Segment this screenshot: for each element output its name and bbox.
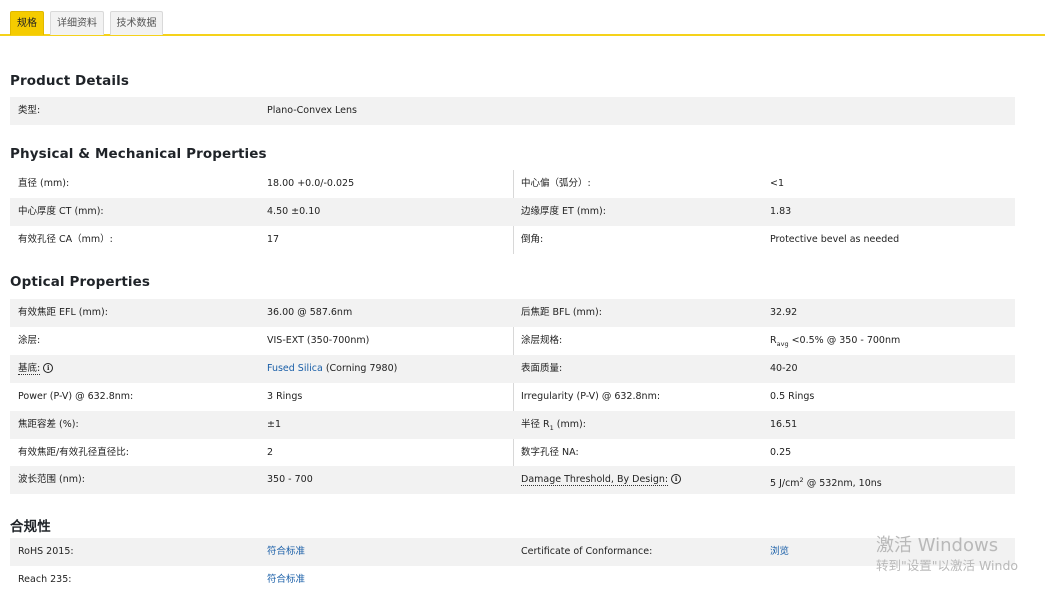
coc-label: Certificate of Conformance: [521, 546, 653, 557]
damage-threshold-value: 5 J/cm2 @ 532nm, 10ns [770, 476, 882, 490]
column-divider [513, 538, 514, 566]
efl-value: 36.00 @ 587.6nm [267, 307, 353, 318]
info-circle-icon[interactable]: i [671, 473, 682, 484]
section-title-product-details: Product Details [10, 73, 129, 89]
bevel-label: 倒角: [521, 234, 544, 245]
spec-row-f-number: 有效焦距/有效孔径直径比: 2 数字孔径 NA: 0.25 [10, 439, 1015, 467]
watermark-line1: 激活 Windows [876, 535, 999, 556]
section-title-physical: Physical & Mechanical Properties [10, 146, 267, 162]
windows-activation-watermark: 激活 Windows 转到"设置"以激活 Windo [876, 534, 1018, 575]
spec-row-coating: 涂层: VIS-EXT (350-700nm) 涂层规格: Ravg <0.5%… [10, 327, 1015, 355]
et-value: 1.83 [770, 206, 792, 217]
spec-row-ct: 中心厚度 CT (mm): 4.50 ±0.10 边缘厚度 ET (mm): 1… [10, 198, 1015, 226]
spec-row-ca: 有效孔径 CA（mm）: 17 倒角: Protective bevel as … [10, 226, 1015, 254]
column-divider [513, 226, 514, 254]
damage-threshold-label: Damage Threshold, By Design: [521, 474, 669, 486]
na-value: 0.25 [770, 447, 792, 458]
f-number-label: 有效焦距/有效孔径直径比: [18, 447, 129, 458]
irregularity-value: 0.5 Rings [770, 391, 815, 402]
coating-label: 涂层: [18, 335, 41, 346]
tab-specs[interactable]: 规格 [10, 11, 44, 35]
spec-row-efl: 有效焦距 EFL (mm): 36.00 @ 587.6nm 后焦距 BFL (… [10, 299, 1015, 327]
focal-tolerance-value: ±1 [267, 419, 282, 430]
surface-value: 40-20 [770, 363, 798, 374]
diameter-label: 直径 (mm): [18, 178, 70, 189]
ct-value: 4.50 ±0.10 [267, 206, 321, 217]
spec-row-wavelength: 波长范围 (nm): 350 - 700 Damage Threshold, B… [10, 466, 1015, 494]
reach-label: Reach 235: [18, 574, 72, 585]
fused-silica-link[interactable]: Fused Silica [267, 363, 323, 374]
coc-view-link[interactable]: 浏览 [770, 538, 789, 566]
substrate-label-wrap: 基底: i [18, 355, 54, 383]
spec-row-substrate: 基底: i Fused Silica (Corning 7980) 表面质量: 4… [10, 355, 1015, 383]
tab-tech-data[interactable]: 技术数据 [110, 11, 163, 35]
diameter-value: 18.00 +0.0/-0.025 [267, 178, 355, 189]
watermark-line2: 转到"设置"以激活 Windo [876, 558, 1019, 574]
column-divider [513, 466, 514, 494]
coating-spec-value: Ravg <0.5% @ 350 - 700nm [770, 335, 901, 348]
et-label: 边缘厚度 ET (mm): [521, 206, 606, 217]
rohs-compliant-link[interactable]: 符合标准 [267, 538, 305, 566]
column-divider [513, 327, 514, 355]
power-value: 3 Rings [267, 391, 303, 402]
section-title-compliance: 合规性 [10, 519, 51, 535]
ct-label: 中心厚度 CT (mm): [18, 206, 104, 217]
column-divider [513, 355, 514, 383]
bfl-label: 后焦距 BFL (mm): [521, 307, 602, 318]
rohs-label: RoHS 2015: [18, 546, 74, 557]
radius-label: 半径 R1 (mm): [521, 419, 586, 432]
efl-label: 有效焦距 EFL (mm): [18, 307, 108, 318]
tab-bar: 规格 详细资料 技术数据 [0, 0, 1045, 36]
tab-details[interactable]: 详细资料 [50, 11, 104, 35]
column-divider [513, 198, 514, 226]
ca-value: 17 [267, 234, 280, 245]
wavelength-label: 波长范围 (nm): [18, 474, 85, 485]
info-circle-icon[interactable]: i [43, 362, 54, 373]
coating-spec-label: 涂层规格: [521, 335, 563, 346]
ca-label: 有效孔径 CA（mm）: [18, 234, 113, 245]
centering-value: <1 [770, 178, 785, 189]
f-number-value: 2 [267, 447, 274, 458]
spec-row-diameter: 直径 (mm): 18.00 +0.0/-0.025 中心偏（弧分）: <1 [10, 170, 1015, 198]
surface-label: 表面质量: [521, 363, 563, 374]
focal-tolerance-label: 焦距容差 (%): [18, 419, 79, 430]
column-divider [513, 170, 514, 198]
irregularity-label: Irregularity (P-V) @ 632.8nm: [521, 391, 661, 402]
spec-row-rohs: RoHS 2015: 符合标准 Certificate of Conforman… [10, 538, 1015, 566]
bevel-value: Protective bevel as needed [770, 234, 900, 245]
substrate-value: Fused Silica (Corning 7980) [267, 363, 398, 374]
spec-row-focal-tolerance: 焦距容差 (%): ±1 半径 R1 (mm): 16.51 [10, 411, 1015, 439]
reach-compliant-link[interactable]: 符合标准 [267, 566, 305, 594]
type-label: 类型: [18, 105, 41, 116]
spec-row-power: Power (P-V) @ 632.8nm: 3 Rings Irregular… [10, 383, 1015, 411]
column-divider [513, 439, 514, 467]
column-divider [513, 411, 514, 439]
coating-value: VIS-EXT (350-700nm) [267, 335, 370, 346]
substrate-label: 基底: [18, 363, 41, 375]
column-divider [513, 383, 514, 411]
type-value: Plano-Convex Lens [267, 105, 357, 116]
na-label: 数字孔径 NA: [521, 447, 579, 458]
spec-row-type: 类型: Plano-Convex Lens [10, 97, 1015, 125]
damage-label-wrap: Damage Threshold, By Design: i [521, 466, 682, 494]
wavelength-value: 350 - 700 [267, 474, 313, 485]
centering-label: 中心偏（弧分）: [521, 178, 591, 189]
column-divider [513, 299, 514, 327]
bfl-value: 32.92 [770, 307, 798, 318]
spec-row-reach: Reach 235: 符合标准 [10, 566, 1015, 594]
radius-value: 16.51 [770, 419, 798, 430]
section-title-optical: Optical Properties [10, 274, 151, 290]
power-label: Power (P-V) @ 632.8nm: [18, 391, 134, 402]
